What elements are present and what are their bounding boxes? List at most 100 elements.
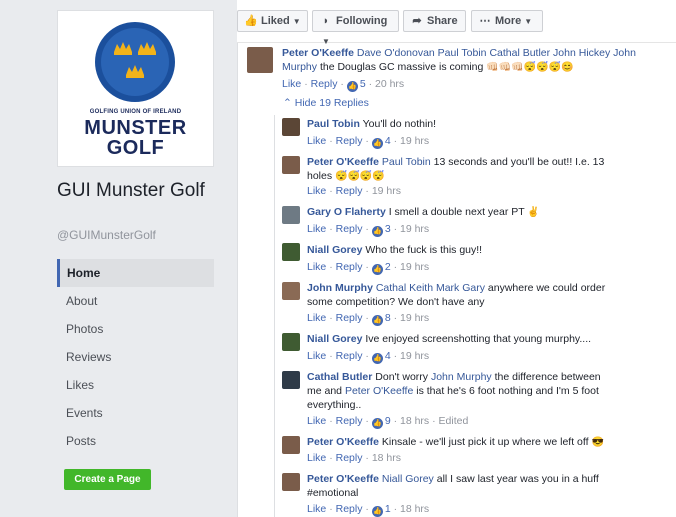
- more-label: More: [495, 15, 522, 27]
- timestamp[interactable]: 18 hrs: [372, 452, 401, 464]
- comment-author[interactable]: Niall Gorey: [307, 244, 362, 256]
- liked-button[interactable]: 👍 Liked ▼: [237, 10, 308, 32]
- separator: ·: [393, 261, 398, 273]
- nav-item-reviews[interactable]: Reviews: [57, 343, 214, 371]
- comment-tags[interactable]: Cathal Keith Mark Gary: [376, 282, 485, 294]
- avatar[interactable]: [282, 206, 300, 224]
- share-button[interactable]: ➦ Share: [403, 10, 466, 32]
- comment-author[interactable]: Peter O'Keeffe: [307, 436, 379, 448]
- reply-meta: Like · Reply · 👍 9 · 18 hrs · Edited: [307, 415, 468, 429]
- comment-tags[interactable]: John Murphy: [431, 371, 492, 383]
- like-count[interactable]: 9: [385, 415, 391, 427]
- like-count[interactable]: 2: [385, 261, 391, 273]
- comment-author[interactable]: Gary O Flaherty: [307, 206, 386, 218]
- like-count-icon: 👍: [371, 226, 383, 237]
- comment-author[interactable]: Peter O'Keeffe: [307, 156, 379, 168]
- like-link[interactable]: Like: [307, 503, 326, 515]
- reply-link[interactable]: Reply: [336, 503, 363, 515]
- like-link[interactable]: Like: [307, 185, 326, 197]
- separator: ·: [365, 452, 369, 464]
- reply-meta: Like · Reply · 👍 3 · 19 hrs: [307, 223, 429, 237]
- logo-line-1: MUNSTER: [84, 117, 187, 139]
- timestamp[interactable]: 18 hrs: [400, 415, 429, 427]
- timestamp[interactable]: 19 hrs: [400, 312, 429, 324]
- separator: ·: [393, 135, 398, 147]
- reply-link[interactable]: Reply: [336, 223, 363, 235]
- page-action-bar: 👍 Liked ▼ ◗ Following▼ ➦ Share ⋯ More ▼: [237, 0, 676, 46]
- like-link[interactable]: Like: [307, 135, 326, 147]
- timestamp[interactable]: 20 hrs: [375, 78, 404, 90]
- avatar[interactable]: [282, 436, 300, 454]
- like-link[interactable]: Like: [282, 78, 301, 90]
- chevron-down-icon: ▼: [524, 17, 533, 26]
- comment-author[interactable]: John Murphy: [307, 282, 373, 294]
- like-count-icon: 👍: [371, 418, 383, 429]
- more-button[interactable]: ⋯ More ▼: [471, 10, 543, 32]
- avatar[interactable]: [282, 243, 300, 261]
- nav-item-events[interactable]: Events: [57, 399, 214, 427]
- reply-link[interactable]: Reply: [336, 135, 363, 147]
- comment-tags[interactable]: Niall Gorey: [382, 473, 434, 485]
- reply-link[interactable]: Reply: [336, 452, 363, 464]
- separator: ·: [365, 185, 369, 197]
- edited-label[interactable]: Edited: [439, 415, 469, 427]
- like-link[interactable]: Like: [307, 261, 326, 273]
- like-link[interactable]: Like: [307, 452, 326, 464]
- reply-text: Niall Gorey Who the fuck is this guy!!: [307, 243, 647, 257]
- like-count[interactable]: 4: [385, 350, 391, 362]
- timestamp[interactable]: 19 hrs: [400, 261, 429, 273]
- avatar[interactable]: [282, 333, 300, 351]
- avatar[interactable]: [282, 156, 300, 174]
- share-arrow-icon: ➦: [412, 15, 422, 27]
- nav-item-home[interactable]: Home: [57, 259, 214, 287]
- like-link[interactable]: Like: [307, 350, 326, 362]
- comment-author[interactable]: Niall Gorey: [307, 333, 362, 345]
- separator: ·: [365, 223, 369, 235]
- like-count[interactable]: 4: [385, 135, 391, 147]
- like-link[interactable]: Like: [307, 312, 326, 324]
- timestamp[interactable]: 19 hrs: [400, 135, 429, 147]
- hide-replies-link[interactable]: ⌃ Hide 19 Replies: [283, 97, 369, 109]
- timestamp[interactable]: 19 hrs: [372, 185, 401, 197]
- following-button[interactable]: ◗ Following▼: [312, 10, 399, 46]
- reply-text: Cathal Butler Don't worry John Murphy th…: [307, 370, 607, 412]
- reply-link[interactable]: Reply: [336, 415, 363, 427]
- comment-author[interactable]: Peter O'Keeffe: [282, 47, 354, 59]
- timestamp[interactable]: 19 hrs: [400, 350, 429, 362]
- comment-author[interactable]: Paul Tobin: [307, 118, 360, 130]
- comment-tags[interactable]: Peter O'Keeffe: [345, 385, 413, 397]
- reply-link[interactable]: Reply: [311, 78, 338, 90]
- like-count[interactable]: 8: [385, 312, 391, 324]
- scrollbar[interactable]: [654, 43, 676, 517]
- timestamp[interactable]: 19 hrs: [400, 223, 429, 235]
- page-handle[interactable]: @GUIMunsterGolf: [57, 228, 156, 242]
- reply-link[interactable]: Reply: [336, 350, 363, 362]
- avatar[interactable]: [282, 282, 300, 300]
- avatar[interactable]: [247, 47, 273, 73]
- avatar[interactable]: [282, 473, 300, 491]
- like-count[interactable]: 3: [385, 223, 391, 235]
- nav-item-photos[interactable]: Photos: [57, 315, 214, 343]
- page-title[interactable]: GUI Munster Golf: [57, 180, 222, 202]
- page-profile-picture[interactable]: GOLFING UNION OF IRELAND MUNSTER GOLF: [57, 10, 214, 167]
- nav-item-about[interactable]: About: [57, 287, 214, 315]
- separator: ·: [393, 223, 398, 235]
- reply-link[interactable]: Reply: [336, 312, 363, 324]
- timestamp[interactable]: 18 hrs: [400, 503, 429, 515]
- reply-link[interactable]: Reply: [336, 185, 363, 197]
- create-page-button[interactable]: Create a Page: [64, 469, 151, 490]
- nav-item-likes[interactable]: Likes: [57, 371, 214, 399]
- like-link[interactable]: Like: [307, 223, 326, 235]
- avatar[interactable]: [282, 371, 300, 389]
- comment-author[interactable]: Peter O'Keeffe: [307, 473, 379, 485]
- comment-author[interactable]: Cathal Butler: [307, 371, 372, 383]
- like-count[interactable]: 1: [385, 503, 391, 515]
- reply-meta: Like · Reply · 👍 4 · 19 hrs: [307, 350, 429, 364]
- reply-text: Paul Tobin You'll do nothin!: [307, 117, 647, 131]
- avatar[interactable]: [282, 118, 300, 136]
- like-count[interactable]: 5: [360, 78, 366, 90]
- nav-item-posts[interactable]: Posts: [57, 427, 214, 455]
- reply-link[interactable]: Reply: [336, 261, 363, 273]
- comment-tags[interactable]: Paul Tobin: [382, 156, 431, 168]
- like-link[interactable]: Like: [307, 415, 326, 427]
